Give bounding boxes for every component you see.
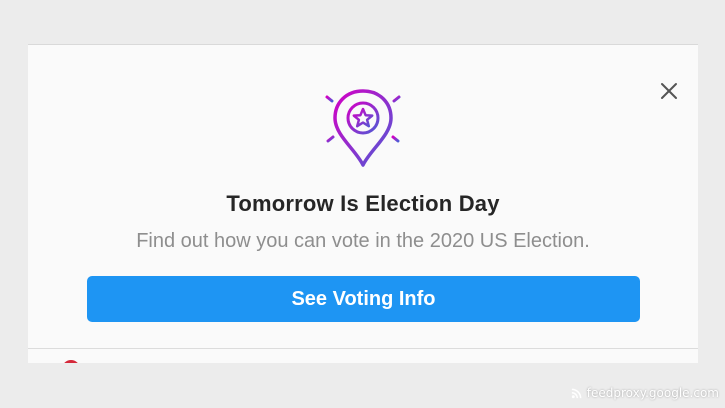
election-reminder-card: Tomorrow Is Election Day Find out how yo… — [28, 45, 698, 349]
see-voting-info-button[interactable]: See Voting Info — [87, 276, 640, 322]
next-feed-item — [28, 349, 698, 363]
close-button[interactable] — [656, 78, 682, 104]
previous-feed-item — [28, 0, 698, 45]
location-pin-star-icon — [317, 89, 409, 167]
rss-icon — [571, 388, 582, 398]
card-title: Tomorrow Is Election Day — [226, 191, 500, 216]
close-icon — [661, 83, 677, 99]
screen: Tomorrow Is Election Day Find out how yo… — [0, 0, 725, 408]
see-voting-info-label: See Voting Info — [291, 287, 436, 310]
watermark-text: feedproxy.google.com — [586, 386, 719, 400]
card-subtitle: Find out how you can vote in the 2020 US… — [136, 230, 590, 252]
source-watermark: feedproxy.google.com — [571, 386, 719, 400]
